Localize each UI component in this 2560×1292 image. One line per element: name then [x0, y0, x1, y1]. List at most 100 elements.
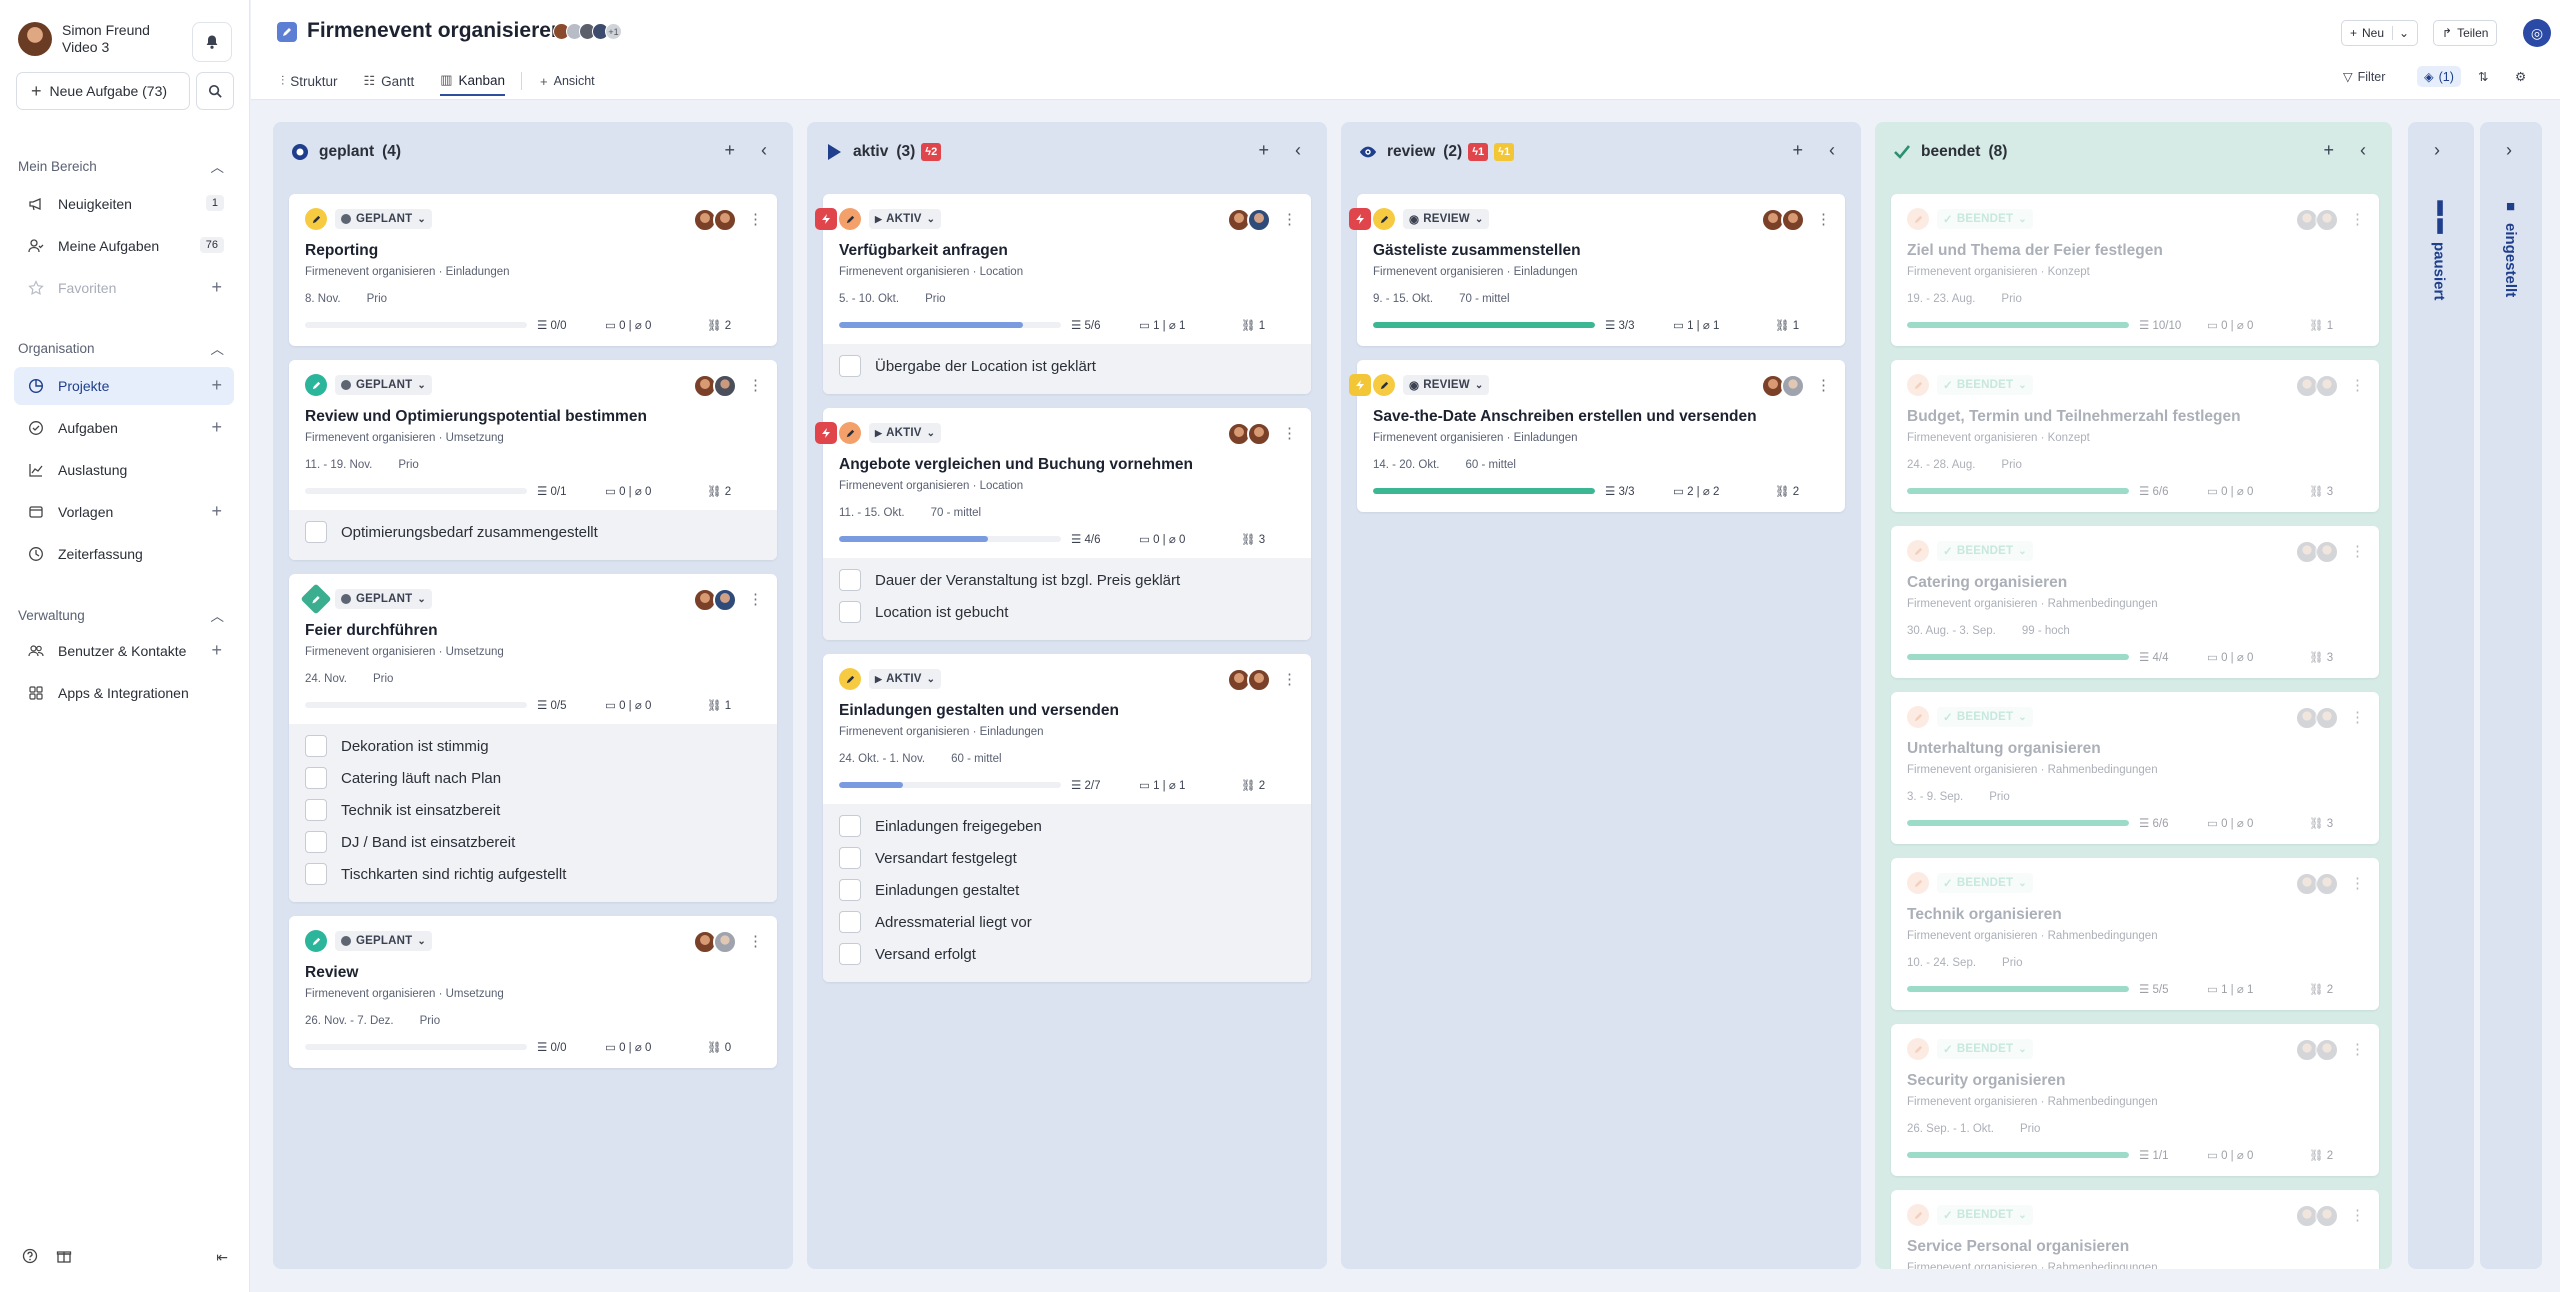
checkbox[interactable]: [305, 735, 327, 757]
add-task-icon[interactable]: +: [211, 417, 222, 438]
task-card[interactable]: ▶ AKTIV ⌄ ⋮ Einladungen gestalten und vers…: [823, 654, 1311, 982]
task-card[interactable]: ◉ REVIEW ⌄ ⋮ Save-the-Date Anschreiben ers…: [1349, 360, 1845, 512]
user-profile[interactable]: Simon Freund Video 3: [18, 22, 150, 56]
checklist-item[interactable]: Einladungen gestaltet: [823, 874, 1311, 906]
status-dropdown[interactable]: ✓ BEENDET ⌄: [1937, 873, 2033, 893]
sidebar-item-meine-aufgaben[interactable]: Meine Aufgaben 76: [14, 227, 234, 265]
more-options-icon[interactable]: ⋮: [2350, 1040, 2365, 1058]
more-options-icon[interactable]: ⋮: [1816, 210, 1831, 228]
checkbox[interactable]: [305, 831, 327, 853]
status-dropdown[interactable]: ✓ BEENDET ⌄: [1937, 707, 2033, 727]
status-dropdown[interactable]: ✓ BEENDET ⌄: [1937, 541, 2033, 561]
assignees[interactable]: [1227, 668, 1271, 692]
assignees[interactable]: [693, 208, 737, 232]
expand-column-icon[interactable]: ›: [2506, 140, 2512, 161]
checklist-item[interactable]: DJ / Band ist einsatzbereit: [289, 826, 777, 858]
status-dropdown[interactable]: ✓ BEENDET ⌄: [1937, 1039, 2033, 1059]
assignees[interactable]: [693, 588, 737, 612]
checkbox[interactable]: [305, 521, 327, 543]
column-eingestellt[interactable]: › ■ eingestellt: [2480, 122, 2542, 1269]
more-options-icon[interactable]: ⋮: [1282, 670, 1297, 688]
more-options-icon[interactable]: ⋮: [2350, 542, 2365, 560]
assignees[interactable]: [2295, 1204, 2339, 1228]
add-card-icon[interactable]: +: [1258, 140, 1269, 161]
checkbox[interactable]: [839, 879, 861, 901]
chevron-down-icon[interactable]: ⌄: [2392, 26, 2409, 40]
new-task-button[interactable]: + Neue Aufgabe (73): [16, 72, 190, 110]
assignees[interactable]: [1761, 208, 1805, 232]
sidebar-item-benutzer-kontakte[interactable]: Benutzer & Kontakte +: [14, 632, 234, 670]
assignees[interactable]: [2295, 1038, 2339, 1062]
checklist-item[interactable]: Dekoration ist stimmig: [289, 730, 777, 762]
sidebar-item-auslastung[interactable]: Auslastung: [14, 451, 234, 489]
task-card[interactable]: ◉ REVIEW ⌄ ⋮ Gästeliste zusammenstellen Fi…: [1349, 194, 1845, 346]
assignees[interactable]: [2295, 208, 2339, 232]
more-options-icon[interactable]: ⋮: [2350, 210, 2365, 228]
add-template-icon[interactable]: +: [211, 501, 222, 522]
expand-column-icon[interactable]: ›: [2434, 140, 2440, 161]
checklist-item[interactable]: Versandart festgelegt: [823, 842, 1311, 874]
checkbox[interactable]: [839, 569, 861, 591]
checklist-item[interactable]: Einladungen freigegeben: [823, 810, 1311, 842]
checkbox[interactable]: [305, 863, 327, 885]
new-button[interactable]: + Neu ⌄: [2341, 20, 2419, 46]
assignees[interactable]: [2295, 540, 2339, 564]
status-dropdown[interactable]: ✓ BEENDET ⌄: [1937, 375, 2033, 395]
status-dropdown[interactable]: GEPLANT ⌄: [335, 589, 432, 609]
checkbox[interactable]: [839, 847, 861, 869]
task-card[interactable]: GEPLANT ⌄ ⋮ Review und Optimierungspotent…: [289, 360, 777, 560]
assignees[interactable]: [1761, 374, 1805, 398]
checkbox[interactable]: [305, 767, 327, 789]
layers-button[interactable]: ◈ (1): [2417, 66, 2461, 87]
assignees[interactable]: [1227, 422, 1271, 446]
task-card[interactable]: GEPLANT ⌄ ⋮ Feier durchführen Firmenevent…: [289, 574, 777, 902]
checkbox[interactable]: [305, 799, 327, 821]
checklist-item[interactable]: Dauer der Veranstaltung ist bzgl. Preis …: [823, 564, 1311, 596]
sort-button[interactable]: ⇅: [2478, 69, 2488, 84]
checklist-item[interactable]: Catering läuft nach Plan: [289, 762, 777, 794]
checkbox[interactable]: [839, 943, 861, 965]
task-card[interactable]: ✓ BEENDET ⌄ ⋮ Security organisieren Firmeneve…: [1891, 1024, 2379, 1176]
assignees[interactable]: [693, 930, 737, 954]
project-members[interactable]: +1: [553, 23, 622, 40]
checklist-item[interactable]: Versand erfolgt: [823, 938, 1311, 970]
checkbox[interactable]: [839, 815, 861, 837]
settings-button[interactable]: ⚙: [2515, 69, 2526, 84]
task-card[interactable]: ✓ BEENDET ⌄ ⋮ Service Personal organisieren F…: [1891, 1190, 2379, 1269]
column-pausiert[interactable]: › ❚❚ pausiert: [2408, 122, 2474, 1269]
add-card-icon[interactable]: +: [2323, 140, 2334, 161]
search-button[interactable]: [196, 72, 234, 110]
help-icon[interactable]: [22, 1248, 38, 1267]
more-options-icon[interactable]: ⋮: [2350, 708, 2365, 726]
collapse-column-icon[interactable]: ‹: [1295, 140, 1301, 161]
section-verwaltung[interactable]: Verwaltung ︿: [18, 605, 224, 625]
task-card[interactable]: ✓ BEENDET ⌄ ⋮ Technik organisieren Firmeneven…: [1891, 858, 2379, 1010]
more-options-icon[interactable]: ⋮: [2350, 376, 2365, 394]
status-dropdown[interactable]: ◉ REVIEW ⌄: [1403, 209, 1490, 229]
sidebar-item-vorlagen[interactable]: Vorlagen +: [14, 493, 234, 531]
checklist-item[interactable]: Tischkarten sind richtig aufgestellt: [289, 858, 777, 890]
checklist-item[interactable]: Location ist gebucht: [823, 596, 1311, 628]
assignees[interactable]: [1227, 208, 1271, 232]
add-card-icon[interactable]: +: [1792, 140, 1803, 161]
status-dropdown[interactable]: ▶ AKTIV ⌄: [869, 423, 942, 443]
sidebar-item-apps-integrationen[interactable]: Apps & Integrationen: [14, 674, 234, 712]
sidebar-item-neuigkeiten[interactable]: Neuigkeiten 1: [14, 185, 234, 223]
status-dropdown[interactable]: GEPLANT ⌄: [335, 375, 432, 395]
assignees[interactable]: [2295, 872, 2339, 896]
checkbox[interactable]: [839, 355, 861, 377]
checklist-item[interactable]: Übergabe der Location ist geklärt: [823, 350, 1311, 382]
more-options-icon[interactable]: ⋮: [748, 210, 763, 228]
assignees[interactable]: [2295, 374, 2339, 398]
filter-button[interactable]: ▽ Filter: [2343, 69, 2385, 85]
status-dropdown[interactable]: ▶ AKTIV ⌄: [869, 669, 942, 689]
task-card[interactable]: GEPLANT ⌄ ⋮ Reporting Firmenevent organis…: [289, 194, 777, 346]
checklist-item[interactable]: Optimierungsbedarf zusammengestellt: [289, 516, 777, 548]
share-button[interactable]: ↱ Teilen: [2433, 20, 2498, 46]
checklist-item[interactable]: Adressmaterial liegt vor: [823, 906, 1311, 938]
task-card[interactable]: ✓ BEENDET ⌄ ⋮ Budget, Termin und Teilnehmerz…: [1891, 360, 2379, 512]
collapse-column-icon[interactable]: ‹: [2360, 140, 2366, 161]
section-organisation[interactable]: Organisation ︿: [18, 338, 224, 358]
more-options-icon[interactable]: ⋮: [2350, 874, 2365, 892]
add-user-icon[interactable]: +: [211, 640, 222, 661]
